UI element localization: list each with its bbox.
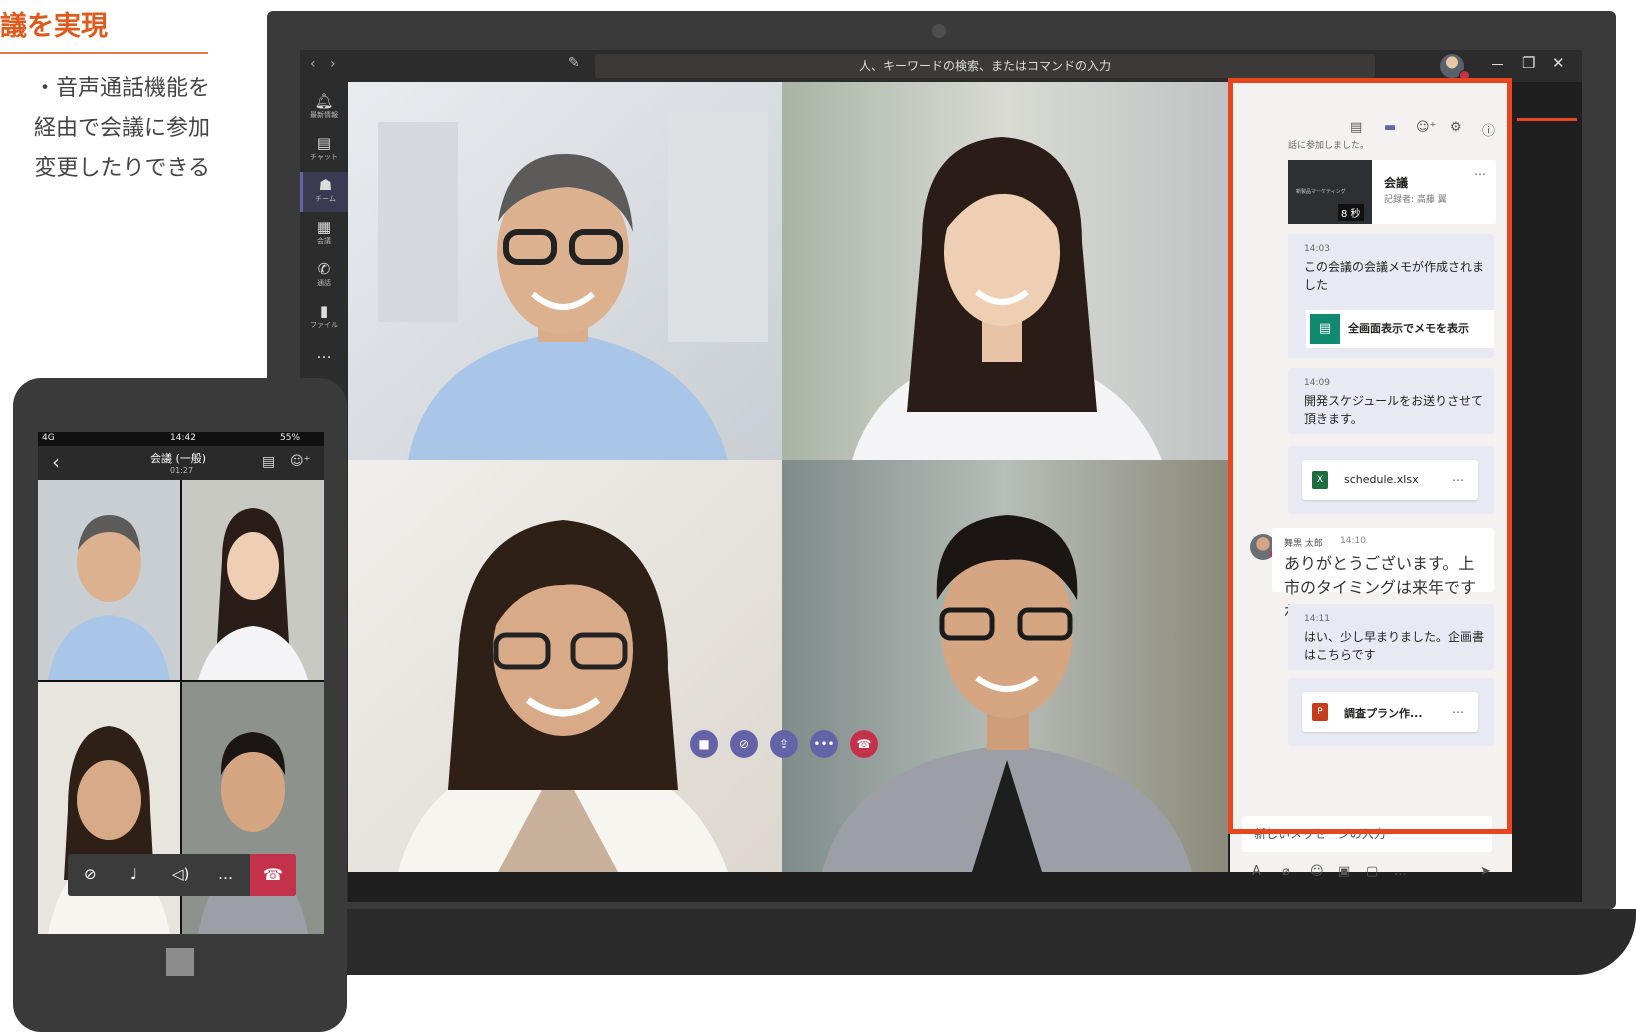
format-icon[interactable]: A: [1252, 864, 1261, 879]
more-icon: •••: [813, 737, 835, 751]
callout-line: [1517, 118, 1577, 121]
video-tile-participant[interactable]: [348, 460, 782, 872]
hangup-icon: ☎: [263, 865, 283, 884]
chevron-left-icon[interactable]: ‹: [310, 56, 316, 72]
phone-screen: 4G 14:42 55% ‹ 会議 (一般) 01:27 ▤ ☺⁺ ⊘ ♩ ◁)…: [38, 432, 324, 934]
participant-video: [348, 460, 782, 872]
rail-item-chat[interactable]: ▤ チャット: [300, 130, 348, 170]
call-title: 会議 (一般): [150, 452, 207, 465]
rail-item-activity[interactable]: 🔔︎ 最新情報: [300, 88, 348, 128]
hang-up-button[interactable]: ☎: [850, 730, 878, 758]
video-tile-participant[interactable]: [348, 82, 782, 460]
more-options-button[interactable]: •••: [810, 730, 838, 758]
copy-line: ・音声通話機能を: [33, 76, 210, 101]
video-toggle-button[interactable]: ■: [690, 730, 718, 758]
calendar-icon: ▦: [316, 218, 332, 236]
mic-icon[interactable]: ♩: [130, 865, 137, 883]
chevron-right-icon[interactable]: ›: [330, 56, 336, 72]
send-icon[interactable]: ➤: [1480, 864, 1491, 879]
share-screen-icon: ⇪: [778, 737, 790, 751]
call-timer: 01:27: [170, 466, 194, 475]
search-input[interactable]: 人、キーワードの検索、またはコマンドの入力: [595, 54, 1375, 78]
maximize-button[interactable]: ❐: [1522, 54, 1535, 72]
chat-icon: ▤: [316, 134, 332, 152]
participant-video: [782, 460, 1228, 872]
page-heading: 議を実現: [0, 11, 108, 42]
bell-icon: 🔔︎: [314, 92, 334, 110]
more-icon: …: [316, 344, 332, 362]
copy-line: 経由で会議に参加: [33, 116, 210, 141]
more-icon[interactable]: …: [1394, 864, 1407, 879]
status-bar: 4G 14:42 55%: [38, 432, 324, 446]
gif-icon[interactable]: ▣: [1338, 864, 1350, 879]
heading-divider: [0, 52, 208, 54]
battery-text: 55%: [280, 433, 301, 443]
clock: 14:42: [170, 433, 196, 443]
mute-button[interactable]: ⊘: [730, 730, 758, 758]
attach-icon[interactable]: ⌀: [1282, 864, 1290, 879]
participant-video: [782, 82, 1228, 460]
call-header: ‹ 会議 (一般) 01:27 ▤ ☺⁺: [38, 446, 324, 480]
close-button[interactable]: ✕: [1552, 54, 1565, 72]
rail-item-files[interactable]: ▮ ファイル: [300, 298, 348, 338]
copy-line: 変更したりできる: [34, 156, 210, 181]
speaker-icon[interactable]: ◁): [172, 865, 189, 883]
emoji-icon[interactable]: ☺: [1310, 864, 1324, 879]
video-tile-participant[interactable]: [782, 460, 1228, 872]
webcam: [932, 24, 946, 38]
participant-video: [348, 82, 782, 460]
highlight-frame: [1228, 78, 1512, 834]
mic-off-icon: ⊘: [738, 737, 750, 751]
rail-item-more[interactable]: …: [300, 340, 348, 380]
video-tile-participant[interactable]: [782, 82, 1228, 460]
video-icon: ■: [698, 737, 710, 751]
file-icon: ▮: [319, 302, 329, 320]
phone-icon: ✆: [317, 260, 331, 278]
chat-icon[interactable]: ▤: [262, 454, 275, 470]
home-button[interactable]: [166, 948, 194, 976]
minimize-button[interactable]: －: [1490, 54, 1505, 75]
hangup-icon: ☎: [856, 737, 872, 751]
participants-icon[interactable]: ☺⁺: [290, 454, 310, 469]
video-off-icon[interactable]: ⊘: [84, 865, 97, 883]
signal-text: 4G: [42, 433, 55, 443]
hang-up-button[interactable]: ☎: [250, 854, 296, 896]
share-screen-button[interactable]: ⇪: [770, 730, 798, 758]
laptop-base: [255, 909, 1636, 975]
back-icon[interactable]: ‹: [52, 450, 60, 474]
teams-icon: ☗: [318, 176, 333, 194]
rail-item-calendar[interactable]: ▦ 会議: [300, 214, 348, 254]
more-icon[interactable]: …: [218, 865, 233, 883]
rail-item-teams[interactable]: ☗ チーム: [300, 172, 348, 212]
rail-item-calls[interactable]: ✆ 通話: [300, 256, 348, 296]
sticker-icon[interactable]: ▢: [1366, 864, 1378, 879]
compose-icon[interactable]: ✎: [568, 55, 580, 71]
